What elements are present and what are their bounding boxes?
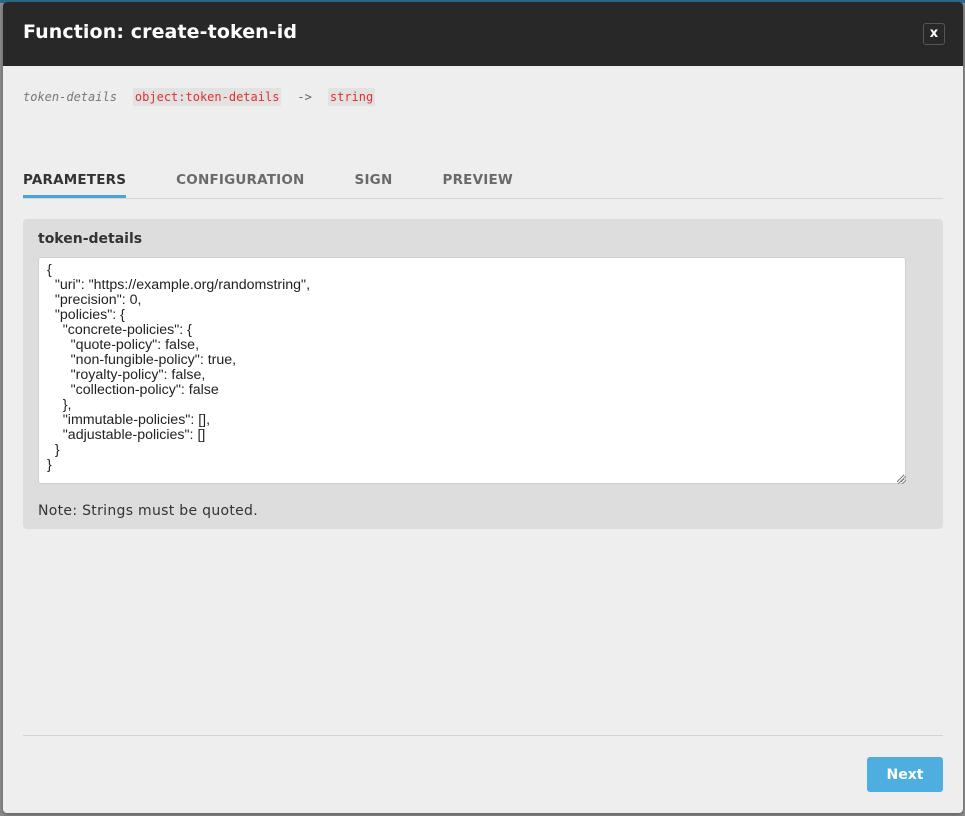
footer-divider [23, 735, 943, 736]
tab-bar: PARAMETERS CONFIGURATION SIGN PREVIEW [23, 168, 943, 199]
function-modal: Function: create-token-id x token-detail… [3, 2, 963, 813]
tab-sign[interactable]: SIGN [355, 168, 393, 197]
modal-header: Function: create-token-id x [3, 2, 963, 66]
next-button[interactable]: Next [867, 757, 943, 792]
resize-handle[interactable] [898, 476, 906, 484]
parameter-panel: token-details { "uri": "https://example.… [23, 219, 943, 529]
signature-param-name: token-details [23, 90, 117, 104]
token-details-input[interactable]: { "uri": "https://example.org/randomstri… [38, 257, 906, 484]
signature-arrow: -> [297, 90, 312, 104]
close-button[interactable]: x [923, 23, 945, 45]
modal-title: Function: create-token-id [23, 21, 298, 43]
tab-configuration[interactable]: CONFIGURATION [176, 168, 304, 197]
parameter-label: token-details [38, 231, 143, 247]
close-icon: x [929, 26, 939, 41]
function-signature: token-details object:token-details -> st… [23, 88, 376, 106]
parameter-note: Note: Strings must be quoted. [38, 503, 258, 519]
signature-return-type: string [327, 88, 376, 106]
tab-parameters[interactable]: PARAMETERS [23, 168, 127, 198]
signature-param-type: object:token-details [132, 88, 282, 106]
tab-preview[interactable]: PREVIEW [442, 168, 513, 197]
